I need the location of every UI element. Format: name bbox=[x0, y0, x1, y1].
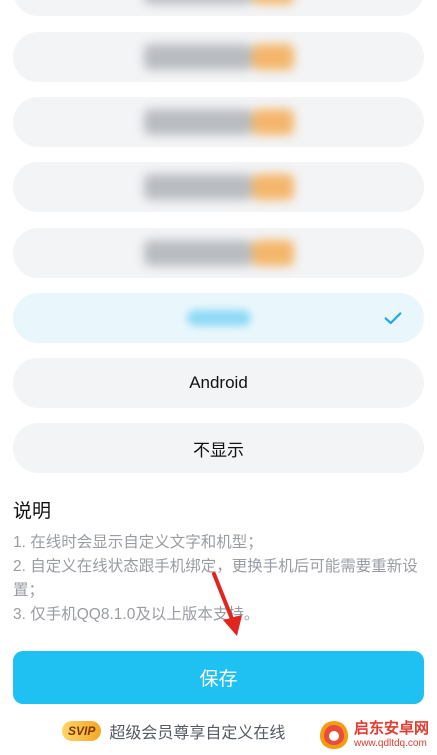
status-option-selected[interactable] bbox=[13, 293, 424, 343]
status-option-5[interactable] bbox=[13, 228, 424, 278]
status-option-hide[interactable]: 不显示 bbox=[13, 423, 424, 473]
watermark-title: 启东安卓网 bbox=[353, 720, 429, 738]
watermark-logo-icon bbox=[319, 721, 348, 749]
blurred-label bbox=[143, 109, 294, 135]
option-label: Android bbox=[189, 373, 248, 392]
status-option-2[interactable] bbox=[13, 32, 424, 82]
promo-text: 超级会员尊享自定义在线 bbox=[109, 725, 286, 742]
blurred-label bbox=[186, 310, 251, 326]
status-option-4[interactable] bbox=[13, 162, 424, 212]
watermark-url: www.qdltdq.com bbox=[353, 737, 427, 749]
svip-promo[interactable]: SVIP 超级会员尊享自定义在线 bbox=[62, 718, 285, 744]
status-option-android[interactable]: Android bbox=[13, 358, 424, 408]
status-option-1[interactable] bbox=[13, 0, 424, 16]
blurred-label bbox=[143, 44, 294, 70]
site-watermark: 启东安卓网 www.qdltdq.com bbox=[313, 717, 433, 753]
check-icon bbox=[384, 312, 402, 325]
blurred-label bbox=[143, 174, 294, 200]
svip-badge: SVIP bbox=[62, 721, 102, 741]
save-button[interactable]: 保存 bbox=[13, 651, 424, 704]
notes-title: 说明 bbox=[13, 501, 52, 522]
watermark-text: 启东安卓网 www.qdltdq.com bbox=[354, 721, 429, 749]
option-label: 不显示 bbox=[193, 440, 244, 460]
status-option-3[interactable] bbox=[13, 97, 424, 147]
blurred-label bbox=[143, 240, 294, 266]
note-line-1: 1. 在线时会显示自定义文字和机型； bbox=[13, 534, 263, 551]
blurred-label bbox=[143, 0, 294, 4]
online-status-page: Android 不显示 说明 1. 在线时会显示自定义文字和机型； 2. 自定义… bbox=[0, 0, 437, 755]
red-arrow-annotation-icon bbox=[212, 572, 242, 636]
